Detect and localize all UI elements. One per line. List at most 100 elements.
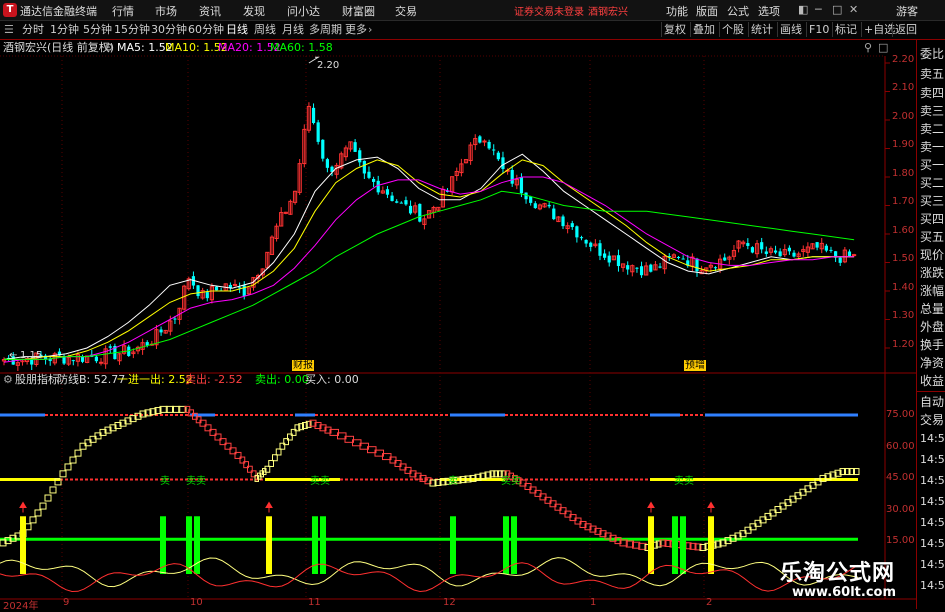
stair-box: [69, 456, 77, 464]
tab-15min[interactable]: 15分钟: [114, 22, 150, 37]
stair-box: [275, 448, 282, 456]
candle-body: [533, 203, 537, 209]
candle-body: [367, 171, 371, 178]
tab-multi-period[interactable]: 多周期: [309, 22, 342, 37]
tool-f10[interactable]: F10: [806, 22, 831, 37]
menu-layout[interactable]: 版面: [696, 3, 718, 19]
close-icon[interactable]: ✕: [849, 3, 858, 16]
sell-tag: 卖卖: [674, 476, 694, 487]
x-axis-label: 2024年: [3, 601, 39, 612]
candle-body: [676, 256, 681, 258]
tab-more[interactable]: 更多: [345, 22, 367, 37]
low-price-marker: 1.15: [20, 350, 43, 361]
menu-assistant[interactable]: 问小达: [287, 3, 320, 19]
candle-body: [108, 346, 112, 348]
tool-draw[interactable]: 画线: [777, 22, 804, 37]
tab-30min[interactable]: 30分钟: [151, 22, 187, 37]
quote-field: 换手: [920, 338, 945, 352]
tab-1min[interactable]: 1分钟: [50, 22, 79, 37]
tool-adjust[interactable]: 复权: [661, 22, 688, 37]
stair-box: [34, 509, 42, 517]
quote-field: 涨幅: [920, 284, 945, 298]
menu-news[interactable]: 资讯: [199, 3, 221, 19]
candle-body: [395, 201, 399, 203]
quote-side-panel: 委比 卖五 卖四 卖三 卖二 卖一 买一 买二 买三 买四 买五 现价 涨跌 涨…: [916, 40, 945, 609]
candle-body: [372, 178, 376, 182]
restore-icon[interactable]: ◧: [798, 3, 808, 16]
panel-close-icon[interactable]: □: [878, 40, 888, 56]
price-label: 1.80: [892, 168, 915, 179]
quote-field: 总量: [920, 302, 945, 316]
x-axis-label: 9: [63, 597, 70, 608]
candle-body: [681, 258, 685, 260]
menu-discover[interactable]: 发现: [243, 3, 265, 19]
settings-icon[interactable]: ⚙: [104, 40, 114, 56]
indicator-panel: [0, 405, 860, 593]
price-label: 2.00: [892, 111, 915, 122]
candle-body: [695, 258, 699, 272]
candle-body: [159, 329, 163, 333]
candle-body: [589, 242, 593, 247]
indicator-sell-dup: 卖出: -2.52: [185, 373, 243, 386]
auto-trade-label[interactable]: 自动: [920, 393, 944, 410]
stair-box: [59, 470, 67, 478]
candle-body: [584, 239, 588, 244]
signal-bar: [680, 516, 686, 574]
menu-quotes[interactable]: 行情: [112, 3, 134, 19]
watermark: 乐淘公式网 www.60lt.com: [768, 553, 916, 609]
candle-body: [529, 196, 533, 203]
signal-bar: [266, 516, 272, 574]
tab-monthly[interactable]: 月线: [282, 22, 304, 37]
stair-box: [74, 449, 82, 457]
x-axis-label: 12: [443, 597, 456, 608]
tool-back[interactable]: 返回: [892, 22, 919, 37]
candle-body: [316, 122, 320, 142]
ind-axis-label: 15.00: [886, 535, 915, 546]
candle-body: [616, 255, 621, 267]
tool-mark[interactable]: 标记: [832, 22, 859, 37]
chevron-right-icon[interactable]: ›: [368, 22, 372, 37]
menu-trade[interactable]: 交易: [395, 3, 417, 19]
candle-body: [847, 251, 852, 257]
minimize-icon[interactable]: ─: [815, 3, 822, 16]
event-forecast[interactable]: 预增: [684, 360, 706, 371]
low-arrow-icon: ←: [9, 350, 18, 361]
tool-overlay[interactable]: 叠加: [690, 22, 717, 37]
tick-time: 14:56: [920, 537, 945, 550]
tool-stats[interactable]: 统计: [748, 22, 775, 37]
tool-stock[interactable]: 个股: [719, 22, 746, 37]
event-earnings[interactable]: 财报: [292, 360, 314, 371]
tab-5min[interactable]: 5分钟: [83, 22, 112, 37]
stock-title[interactable]: 酒钢宏兴(日线 前复权): [3, 40, 114, 56]
menu-formula[interactable]: 公式: [727, 3, 749, 19]
tab-weekly[interactable]: 周线: [254, 22, 276, 37]
tab-daily[interactable]: 日线: [226, 22, 248, 37]
indicator-name[interactable]: 股朋指标: [15, 373, 59, 387]
guest-label[interactable]: 游客: [896, 3, 918, 19]
stock-tag: 酒钢宏兴: [588, 7, 628, 18]
ind-axis-label: 30.00: [886, 504, 915, 515]
candle-body: [311, 107, 316, 124]
candle-body: [71, 360, 75, 362]
menu-options[interactable]: 选项: [758, 3, 780, 19]
candle-body: [746, 243, 750, 246]
quote-field: 买一: [920, 158, 945, 172]
x-axis-label: 2: [706, 597, 713, 608]
tab-intraday[interactable]: 分时: [22, 22, 44, 37]
menu-market[interactable]: 市场: [155, 3, 177, 19]
candle-body: [98, 361, 104, 364]
login-warning[interactable]: 证券交易未登录: [514, 3, 584, 18]
menu-wealth-circle[interactable]: 财富圈: [342, 3, 375, 19]
menu-function[interactable]: 功能: [666, 3, 688, 19]
tab-60min[interactable]: 60分钟: [188, 22, 224, 37]
auto-trade-label[interactable]: 交易: [920, 411, 944, 428]
indicator-settings-icon[interactable]: ⚙: [3, 373, 13, 387]
candle-body: [173, 318, 177, 320]
maximize-icon[interactable]: □: [832, 3, 842, 16]
chart-area[interactable]: [0, 39, 916, 609]
candle-body: [792, 252, 796, 257]
candle-body: [713, 267, 718, 269]
menu-icon[interactable]: ☰: [4, 22, 14, 37]
candle-body: [196, 285, 200, 297]
pin-icon[interactable]: ⚲: [864, 40, 872, 56]
